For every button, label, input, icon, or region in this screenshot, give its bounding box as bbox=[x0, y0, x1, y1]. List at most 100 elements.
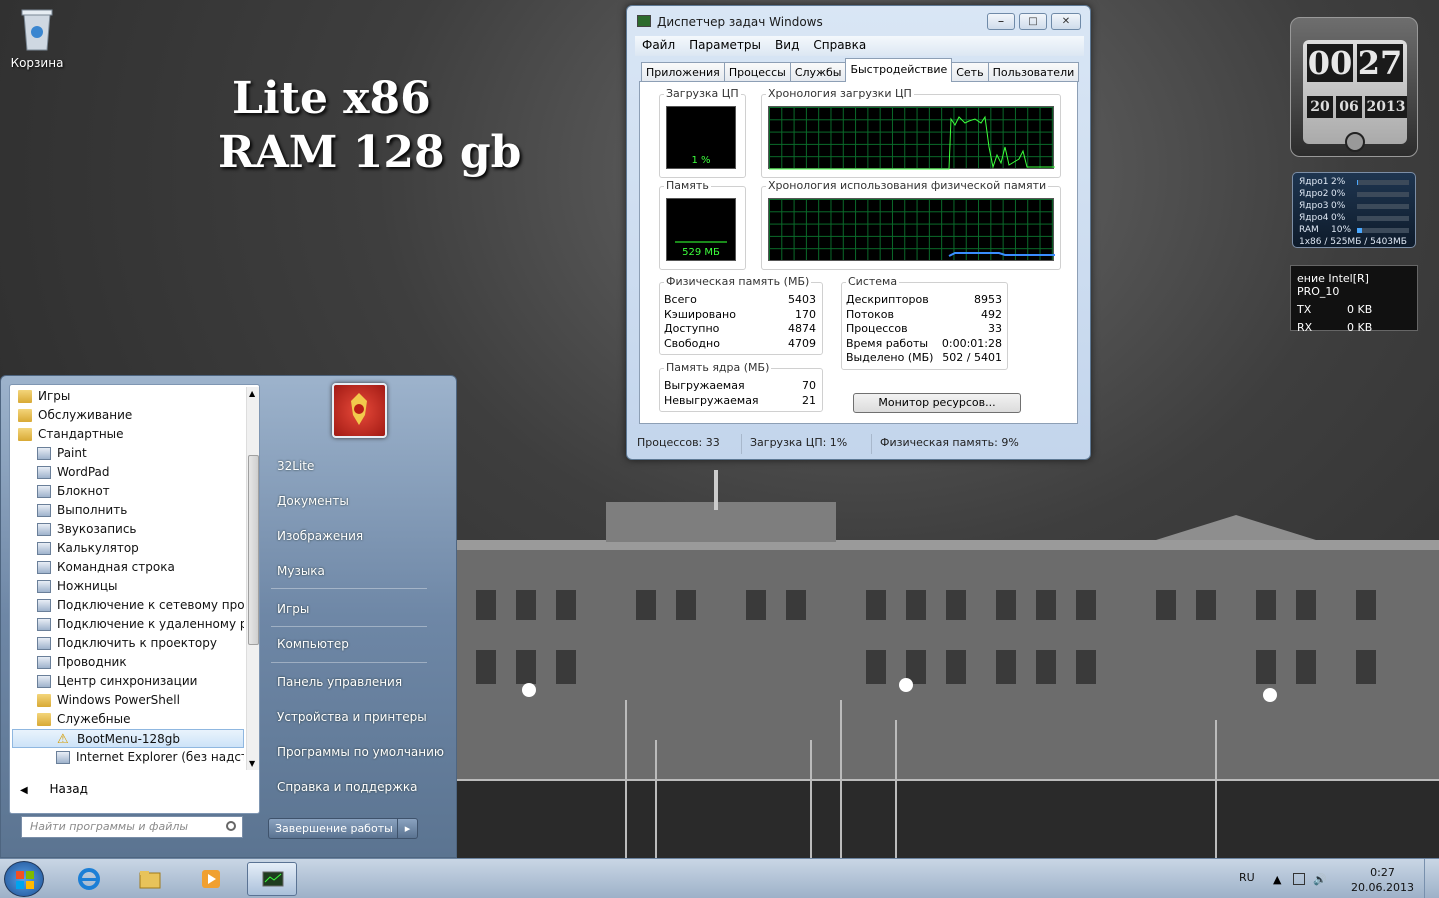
kernel-memory-table: Выгружаемая 70 Невыгружаемая 21 bbox=[664, 379, 816, 408]
program-label: Windows PowerShell bbox=[57, 693, 180, 707]
all-programs-list: Игры Обслуживание Стандартные Paint WordPad Б… bbox=[12, 387, 244, 772]
clock-gadget[interactable]: 00 27 20 06 2013 bbox=[1290, 17, 1418, 157]
tab-item[interactable]: Сеть bbox=[951, 62, 989, 82]
memory-history-group: Хронология использования физической памя… bbox=[761, 179, 1061, 270]
start-right-item[interactable]: Компьютер bbox=[277, 637, 349, 651]
program-item[interactable]: Подключение к удаленному рабоч bbox=[12, 615, 244, 634]
stat-row: Потоков 492 bbox=[846, 308, 1002, 323]
taskbar-task-manager[interactable] bbox=[247, 862, 297, 896]
menu-item[interactable]: Вид bbox=[775, 36, 799, 56]
taskbar-clock[interactable]: 0:27 20.06.2013 bbox=[1351, 865, 1414, 895]
cpu-meter-gadget[interactable]: Ядро1 2% Ядро2 0% Ядро3 0% Ядро4 0% RAM 10% 1x86 … bbox=[1292, 172, 1416, 248]
tab-item[interactable]: Приложения bbox=[641, 62, 725, 82]
show-desktop-button[interactable] bbox=[1424, 859, 1439, 898]
menu-item[interactable]: Файл bbox=[642, 36, 675, 56]
folder-icon bbox=[18, 428, 32, 441]
maximize-button[interactable]: □ bbox=[1019, 13, 1047, 30]
program-folder[interactable]: Обслуживание bbox=[12, 406, 244, 425]
wallpaper-overlay-title: Lite x86 RAM 128 gb bbox=[218, 72, 521, 180]
resource-monitor-button[interactable]: Монитор ресурсов... bbox=[853, 393, 1021, 413]
program-item[interactable]: WordPad bbox=[12, 463, 244, 482]
program-label: Paint bbox=[57, 446, 87, 460]
tab-item[interactable]: Пользователи bbox=[987, 62, 1080, 82]
program-item[interactable]: Paint bbox=[12, 444, 244, 463]
stat-label: Выгружаемая bbox=[664, 379, 745, 392]
start-search-input[interactable]: Найти программы и файлы bbox=[21, 816, 243, 838]
stat-value: 492 bbox=[981, 307, 1002, 321]
tab-item[interactable]: Быстродействие bbox=[845, 58, 953, 82]
app-icon bbox=[37, 523, 51, 536]
program-item[interactable]: Блокнот bbox=[12, 482, 244, 501]
coat-of-arms-icon bbox=[351, 393, 367, 425]
program-item[interactable]: Командная строка bbox=[12, 558, 244, 577]
input-language[interactable]: RU bbox=[1239, 871, 1255, 884]
menu-item[interactable]: Параметры bbox=[689, 36, 761, 56]
scroll-down-icon[interactable]: ▼ bbox=[249, 759, 255, 768]
program-item[interactable]: Ножницы bbox=[12, 577, 244, 596]
folder-icon bbox=[37, 713, 51, 726]
start-button[interactable] bbox=[4, 861, 44, 897]
programs-scrollbar[interactable]: ▲ ▼ bbox=[246, 387, 259, 770]
stat-value: 4709 bbox=[788, 336, 816, 350]
overlay-title-line1: Lite x86 bbox=[232, 73, 431, 124]
shutdown-options-arrow-icon[interactable]: ▸ bbox=[397, 819, 417, 838]
close-button[interactable]: ✕ bbox=[1051, 13, 1081, 30]
cpu-meter-row: Ядро4 0% bbox=[1299, 212, 1409, 224]
program-folder[interactable]: Служебные bbox=[12, 710, 244, 729]
stat-value: 0:00:01:28 bbox=[941, 336, 1002, 350]
start-right-item[interactable]: Музыка bbox=[277, 564, 325, 578]
show-hidden-icons-icon[interactable]: ▲ bbox=[1273, 873, 1285, 886]
start-right-item[interactable]: Программы по умолчанию bbox=[277, 745, 444, 759]
back-button[interactable]: ◀ Назад bbox=[20, 782, 88, 796]
program-item[interactable]: Выполнить bbox=[12, 501, 244, 520]
memory-fill bbox=[675, 239, 727, 244]
cpu-meter-bar bbox=[1357, 179, 1409, 185]
program-item[interactable]: Звукозапись bbox=[12, 520, 244, 539]
task-manager-titlebar[interactable]: Диспетчер задач Windows ⎯ □ ✕ bbox=[627, 6, 1090, 36]
volume-icon[interactable]: 🔊 bbox=[1313, 873, 1327, 886]
start-right-item[interactable]: Панель управления bbox=[277, 675, 402, 689]
program-item[interactable]: Подключить к проектору bbox=[12, 634, 244, 653]
program-folder[interactable]: Стандартные bbox=[12, 425, 244, 444]
program-folder[interactable]: Игры bbox=[12, 387, 244, 406]
minimize-button[interactable]: ⎯ bbox=[987, 13, 1015, 30]
program-item[interactable]: Подключение к сетевому проекто bbox=[12, 596, 244, 615]
taskbar-media-player[interactable] bbox=[186, 862, 236, 896]
app-icon bbox=[37, 561, 51, 574]
programs-scrollbar-thumb[interactable] bbox=[248, 455, 259, 645]
network-icon[interactable] bbox=[1293, 873, 1305, 885]
taskbar-internet-explorer[interactable] bbox=[64, 862, 114, 896]
physical-memory-caption: Физическая память (МБ) bbox=[664, 275, 812, 288]
shutdown-button[interactable]: Завершение работы ▸ bbox=[268, 818, 418, 839]
program-item[interactable]: Проводник bbox=[12, 653, 244, 672]
program-item[interactable]: Центр синхронизации bbox=[12, 672, 244, 691]
program-folder[interactable]: Windows PowerShell bbox=[12, 691, 244, 710]
task-manager-window[interactable]: Диспетчер задач Windows ⎯ □ ✕ Файл Параме… bbox=[626, 5, 1091, 460]
start-right-item[interactable]: Игры bbox=[277, 602, 309, 616]
scroll-up-icon[interactable]: ▲ bbox=[249, 389, 255, 398]
stat-label: Потоков bbox=[846, 307, 894, 321]
internet-explorer-icon bbox=[78, 868, 100, 890]
folder-icon bbox=[18, 390, 32, 403]
network-meter-gadget[interactable]: ение Intel[R] PRO_10 TX 0 KB RX 0 KB bbox=[1290, 265, 1418, 334]
folder-icon bbox=[18, 409, 32, 422]
start-menu[interactable]: Игры Обслуживание Стандартные Paint WordPad Б… bbox=[0, 375, 457, 858]
start-right-item[interactable]: Устройства и принтеры bbox=[277, 710, 427, 724]
user-avatar[interactable] bbox=[332, 383, 387, 438]
recycle-bin-label: Корзина bbox=[10, 56, 64, 70]
taskbar-explorer[interactable] bbox=[125, 862, 175, 896]
start-right-item[interactable]: Изображения bbox=[277, 529, 363, 543]
system-table: Дескрипторов 8953 Потоков 492 Процессов 33 Вре… bbox=[846, 293, 1002, 366]
program-item[interactable]: Калькулятор bbox=[12, 539, 244, 558]
start-right-item[interactable]: Справка и поддержка bbox=[277, 780, 418, 794]
cpu-meter-percent: 0% bbox=[1331, 213, 1346, 223]
recycle-bin-shortcut[interactable]: Корзина bbox=[2, 6, 72, 70]
start-right-item[interactable]: 32Lite bbox=[277, 459, 314, 473]
tab-item[interactable]: Службы bbox=[789, 62, 847, 82]
menu-item[interactable]: Справка bbox=[813, 36, 866, 56]
tab-item[interactable]: Процессы bbox=[723, 62, 791, 82]
start-right-item[interactable]: Документы bbox=[277, 494, 349, 508]
program-item[interactable]: Internet Explorer (без надстроек bbox=[12, 748, 244, 767]
program-item[interactable]: ⚠ BootMenu-128gb bbox=[12, 729, 244, 748]
app-icon bbox=[37, 580, 51, 593]
